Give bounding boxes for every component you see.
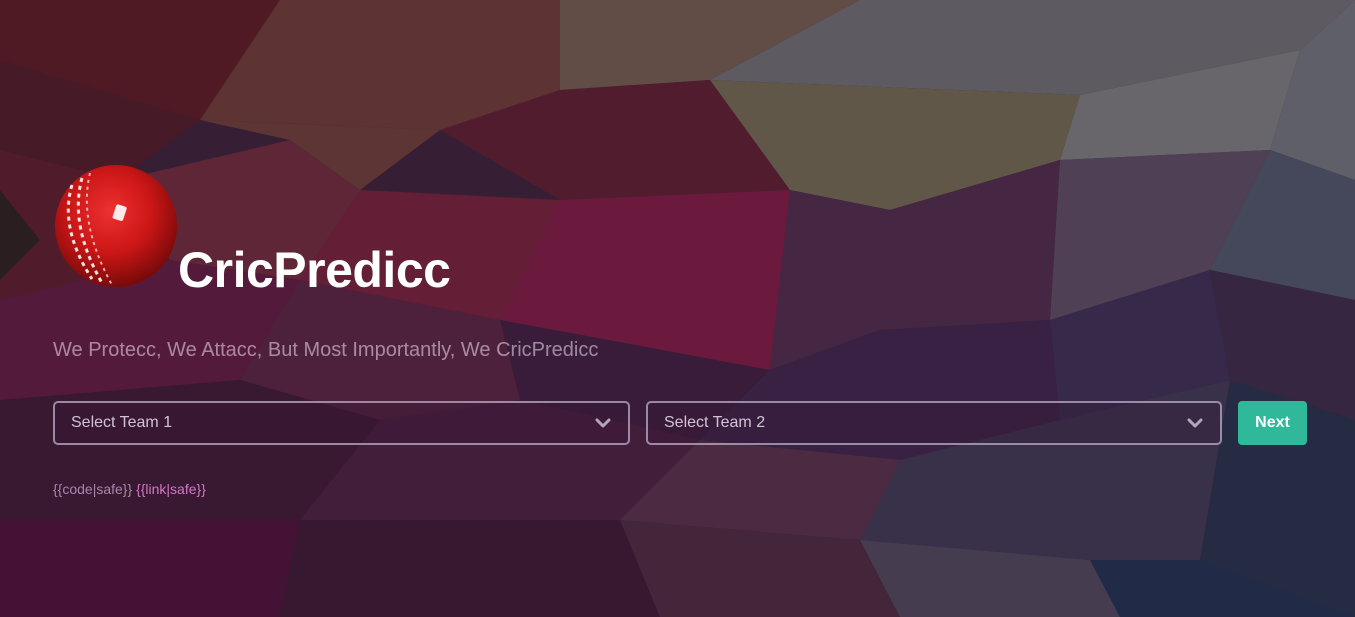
brand-header: CricPredicc [53, 163, 653, 303]
team-2-select-value: Select Team 2 [664, 414, 766, 431]
tagline: We Protecc, We Attacc, But Most Importan… [53, 339, 599, 361]
code-placeholder: {{code|safe}} [53, 481, 133, 497]
footer-template-line: {{code|safe}} {{link|safe}} [53, 481, 206, 497]
landing-page: CricPredicc We Protecc, We Attacc, But M… [0, 0, 1355, 617]
main-content: CricPredicc We Protecc, We Attacc, But M… [53, 0, 1313, 617]
next-button[interactable]: Next [1238, 401, 1307, 445]
chevron-down-icon [595, 418, 611, 428]
app-title: CricPredicc [178, 242, 451, 298]
link-placeholder[interactable]: {{link|safe}} [136, 481, 206, 497]
chevron-down-icon [1187, 418, 1203, 428]
team-1-select-value: Select Team 1 [71, 414, 173, 431]
cricket-ball-icon [55, 165, 177, 287]
team-1-select[interactable]: Select Team 1 [53, 401, 630, 445]
team-2-select[interactable]: Select Team 2 [646, 401, 1222, 445]
